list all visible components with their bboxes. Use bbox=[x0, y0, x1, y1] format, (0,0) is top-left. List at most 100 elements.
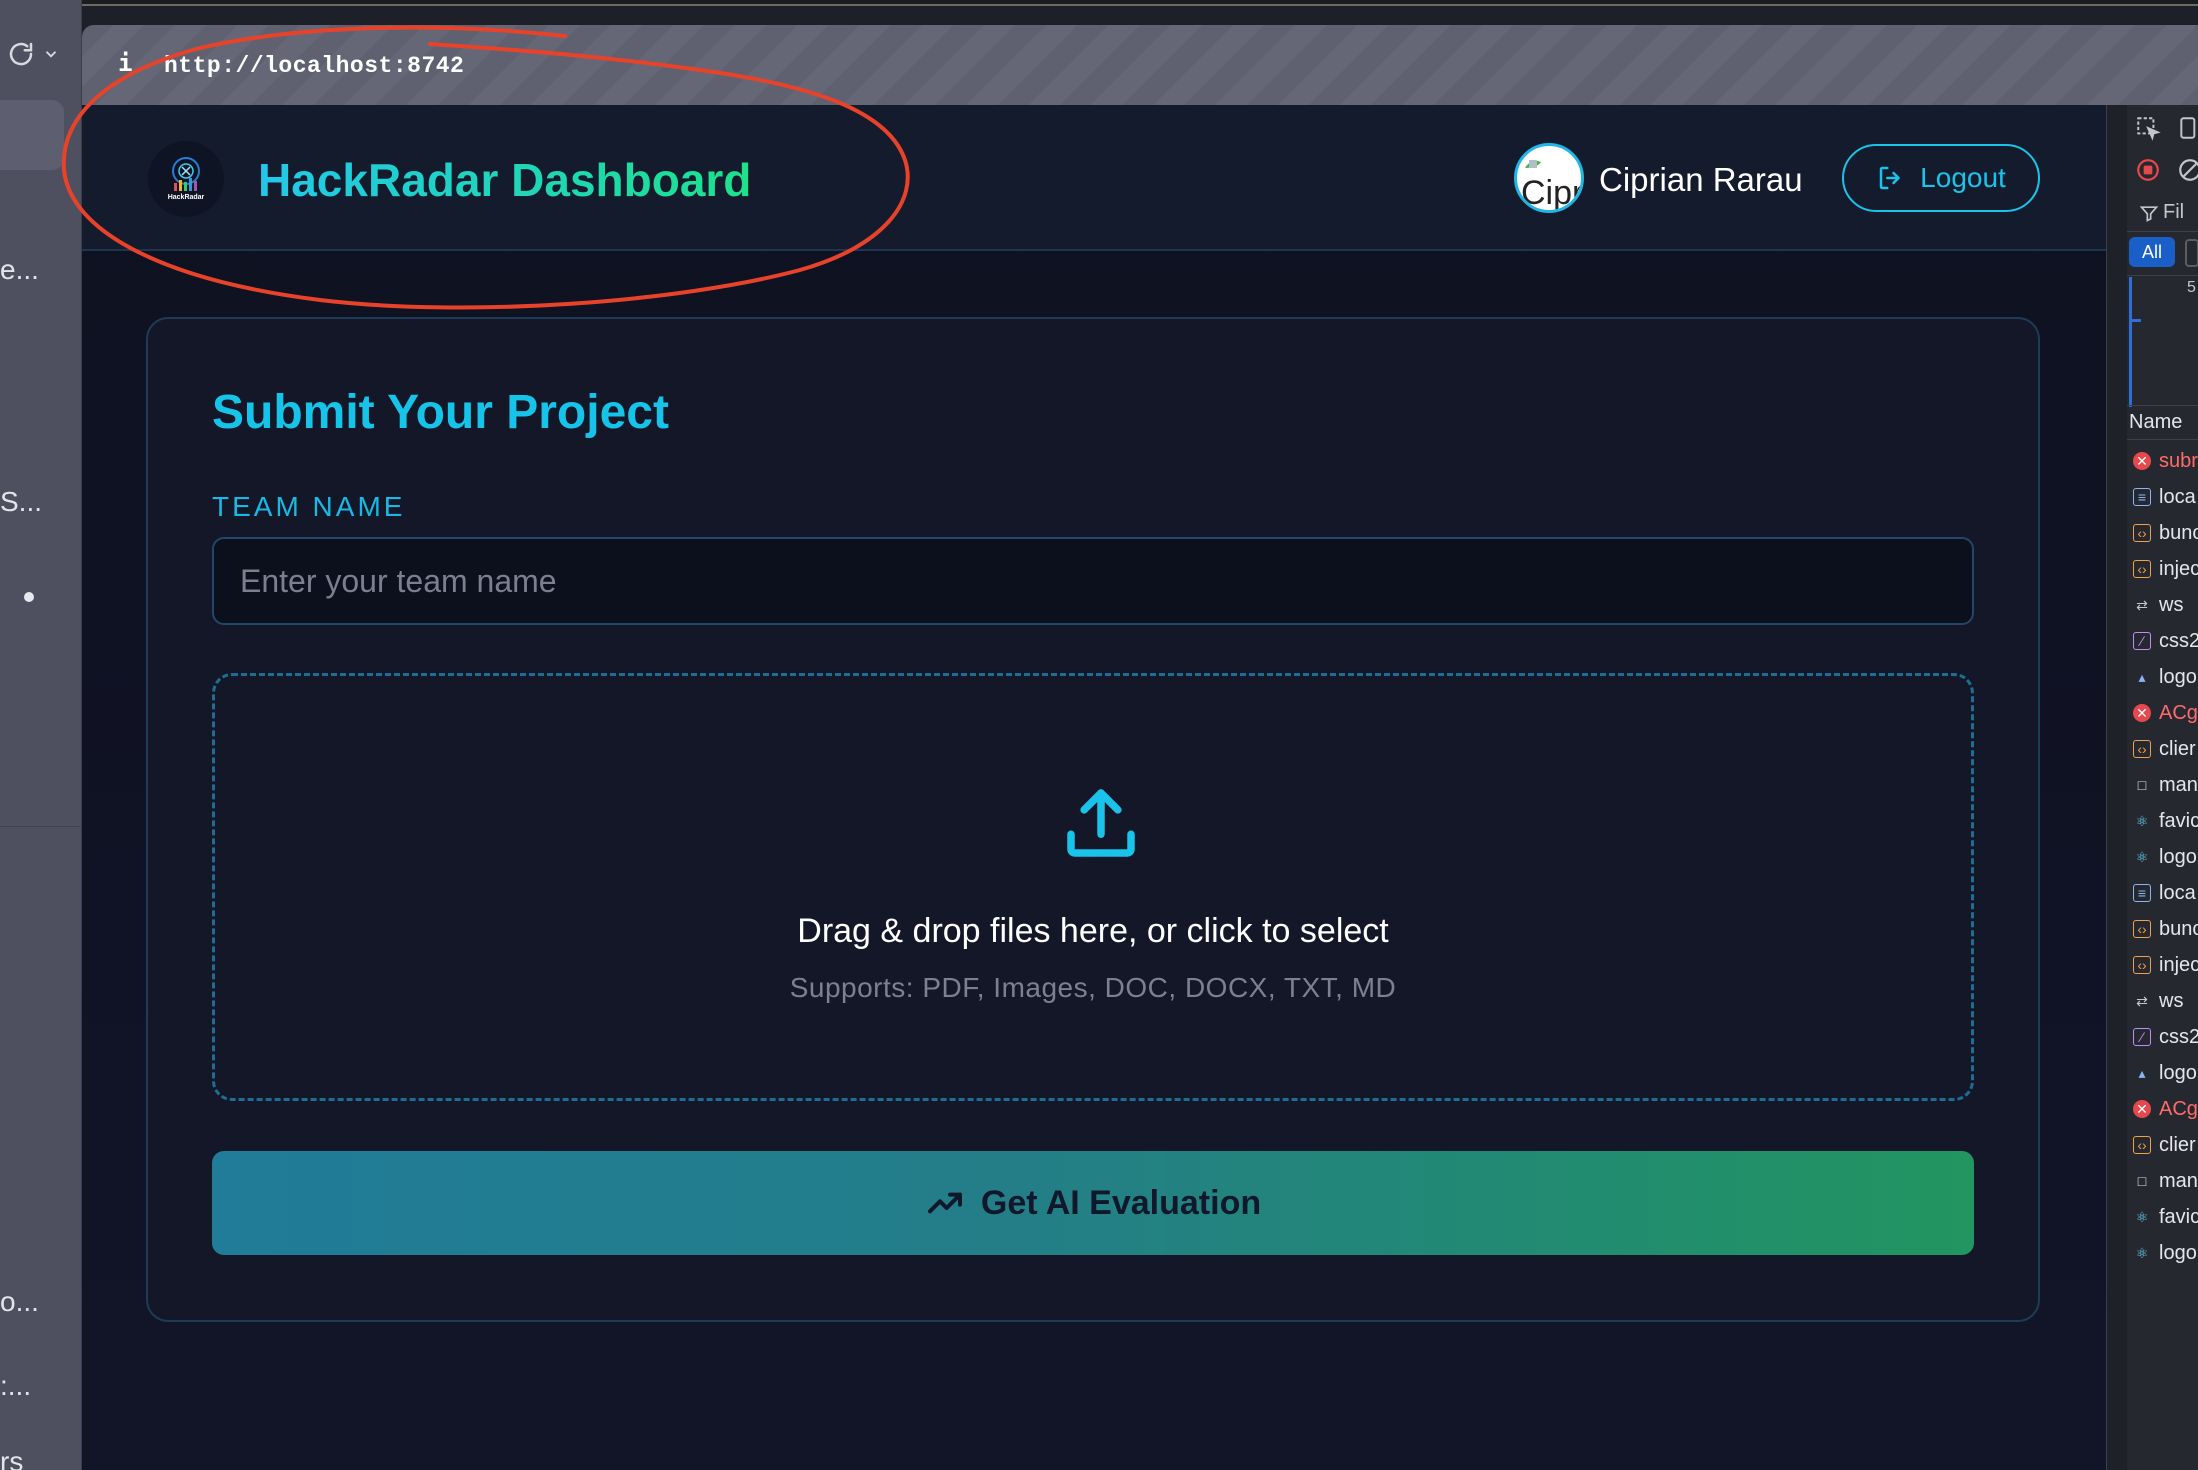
network-request-row[interactable]: ∕ css2 bbox=[2133, 625, 2198, 657]
timeline-overview[interactable] bbox=[2129, 277, 2132, 407]
sidebar-item-label[interactable]: rs bbox=[0, 1446, 23, 1470]
filter-icon[interactable] bbox=[2139, 203, 2159, 223]
network-request-row[interactable]: ⇄ ws bbox=[2133, 589, 2183, 621]
network-request-row[interactable]: □ man bbox=[2133, 1165, 2198, 1197]
css-request-icon: ∕ bbox=[2133, 1028, 2151, 1046]
ws-request-icon: ⇄ bbox=[2136, 596, 2148, 613]
request-name: clier bbox=[2159, 737, 2196, 760]
request-name: injec bbox=[2159, 557, 2198, 580]
request-name: favic bbox=[2159, 1205, 2198, 1228]
url-text[interactable]: http://localhost:8742 bbox=[164, 53, 464, 79]
sidebar-divider bbox=[0, 826, 82, 827]
react-request-icon: ⚛ bbox=[2135, 1208, 2149, 1225]
browser-sidebar: e... S... o... :... rs bbox=[0, 0, 82, 1470]
react-request-icon: ⚛ bbox=[2135, 812, 2149, 829]
screen: e... S... o... :... rs i http://localhos… bbox=[0, 0, 2198, 1470]
request-name: logo bbox=[2159, 1061, 2197, 1084]
logo-wordmark: HackRadar bbox=[168, 194, 205, 201]
element-picker-icon[interactable] bbox=[2135, 115, 2161, 141]
app-title: HackRadar Dashboard bbox=[258, 154, 752, 206]
address-bar[interactable]: i http://localhost:8742 bbox=[82, 25, 2198, 105]
network-request-row[interactable]: ‹› clier bbox=[2133, 1129, 2196, 1161]
network-request-row[interactable]: ✕ subr bbox=[2133, 445, 2198, 477]
dropzone-supported-formats: Supports: PDF, Images, DOC, DOCX, TXT, M… bbox=[789, 972, 1397, 1003]
reload-icon bbox=[9, 42, 33, 66]
reload-button[interactable] bbox=[6, 36, 66, 72]
network-request-row[interactable]: ▴ logo bbox=[2133, 1057, 2197, 1089]
ws-request-icon: ⇄ bbox=[2136, 992, 2148, 1009]
network-request-row[interactable]: ≡ loca bbox=[2133, 877, 2196, 909]
request-name: ACg bbox=[2159, 701, 2198, 724]
logout-button[interactable]: Logout bbox=[1842, 144, 2040, 212]
clear-icon[interactable] bbox=[2177, 157, 2198, 183]
record-stop-icon[interactable] bbox=[2135, 157, 2161, 183]
script-request-icon: ‹› bbox=[2133, 740, 2151, 758]
upload-icon bbox=[1067, 789, 1135, 857]
network-request-row[interactable]: ⇄ ws bbox=[2133, 985, 2183, 1017]
sidebar-item-label[interactable]: S... bbox=[0, 486, 42, 518]
team-name-input[interactable] bbox=[212, 537, 1974, 625]
team-name-label: TEAM NAME bbox=[212, 491, 406, 522]
request-name: man bbox=[2159, 773, 2198, 796]
name-column-header[interactable]: Name bbox=[2129, 411, 2182, 434]
request-name: clier bbox=[2159, 1133, 2196, 1156]
request-name: injec bbox=[2159, 953, 2198, 976]
devtools-divider bbox=[2127, 405, 2198, 406]
request-name: loca bbox=[2159, 881, 2196, 904]
get-ai-evaluation-button[interactable]: Get AI Evaluation bbox=[212, 1151, 1974, 1255]
get-ai-evaluation-label: Get AI Evaluation bbox=[980, 1183, 1262, 1222]
sidebar-item-label[interactable]: :... bbox=[0, 1370, 31, 1402]
devtools-resize-gutter[interactable] bbox=[2107, 105, 2127, 1470]
network-request-row[interactable]: ‹› injec bbox=[2133, 553, 2198, 585]
logout-icon bbox=[1879, 166, 1900, 190]
submit-project-card: Submit Your Project TEAM NAME Drag & dro… bbox=[146, 317, 2040, 1322]
sidebar-item-label[interactable]: e... bbox=[0, 254, 39, 286]
network-request-row[interactable]: ✕ ACg bbox=[2133, 1093, 2198, 1125]
filter-input[interactable]: Fil bbox=[2163, 201, 2184, 224]
network-request-row[interactable]: ⚛ favic bbox=[2133, 805, 2198, 837]
request-name: subr bbox=[2159, 449, 2198, 472]
request-name: loca bbox=[2159, 485, 2196, 508]
info-icon[interactable]: i bbox=[118, 49, 132, 77]
app-logo[interactable]: HackRadar bbox=[148, 141, 224, 217]
device-toolbar-icon[interactable] bbox=[2177, 115, 2198, 141]
avatar[interactable]: Cipr bbox=[1514, 143, 1584, 213]
network-request-row[interactable]: ✕ ACg bbox=[2133, 697, 2198, 729]
script-request-icon: ‹› bbox=[2133, 524, 2151, 542]
network-request-row[interactable]: ‹› bunc bbox=[2133, 517, 2198, 549]
network-request-row[interactable]: ⚛ logo bbox=[2133, 841, 2197, 873]
sidebar-item-label[interactable]: o... bbox=[0, 1286, 39, 1318]
timeline-tick-label: 5 bbox=[2187, 279, 2196, 296]
request-name: bunc bbox=[2159, 521, 2198, 544]
file-request-icon: □ bbox=[2137, 777, 2147, 793]
network-request-row[interactable]: ‹› injec bbox=[2133, 949, 2198, 981]
sidebar-selected-item[interactable] bbox=[0, 100, 64, 170]
network-request-row[interactable]: ▴ logo bbox=[2133, 661, 2197, 693]
network-request-row[interactable]: ‹› clier bbox=[2133, 733, 2196, 765]
request-name: css2 bbox=[2159, 1025, 2198, 1048]
card-title: Submit Your Project bbox=[212, 386, 669, 439]
filter-all-button[interactable]: All bbox=[2129, 237, 2175, 267]
react-request-icon: ⚛ bbox=[2135, 848, 2149, 865]
hackradar-logo-icon: HackRadar bbox=[168, 157, 205, 201]
doc-request-icon: ≡ bbox=[2133, 488, 2151, 506]
request-name: ws bbox=[2159, 593, 2184, 616]
network-request-row[interactable]: ‹› bunc bbox=[2133, 913, 2198, 945]
devtools-divider bbox=[2127, 231, 2198, 232]
request-name: ACg bbox=[2159, 1097, 2198, 1120]
network-request-row[interactable]: ≡ loca bbox=[2133, 481, 2196, 513]
filter-type-button[interactable] bbox=[2185, 239, 2198, 267]
img-request-icon: ▴ bbox=[2138, 668, 2146, 685]
script-request-icon: ‹› bbox=[2133, 560, 2151, 578]
request-name: logo bbox=[2159, 845, 2197, 868]
network-request-row[interactable]: ∕ css2 bbox=[2133, 1021, 2198, 1053]
network-request-row[interactable]: ⚛ logo bbox=[2133, 1237, 2197, 1269]
request-name: logo bbox=[2159, 665, 2197, 688]
devtools-network-panel: Fil All 5 Name ✕ subr ≡ loca ‹› bunc ‹› injec ⇄ w… bbox=[2106, 105, 2198, 1470]
request-name: css2 bbox=[2159, 629, 2198, 652]
network-request-row[interactable]: ⚛ favic bbox=[2133, 1201, 2198, 1233]
network-request-row[interactable]: □ man bbox=[2133, 769, 2198, 801]
request-name: man bbox=[2159, 1169, 2198, 1192]
file-dropzone[interactable]: Drag & drop files here, or click to sele… bbox=[212, 673, 1974, 1101]
error-request-icon: ✕ bbox=[2133, 704, 2151, 722]
